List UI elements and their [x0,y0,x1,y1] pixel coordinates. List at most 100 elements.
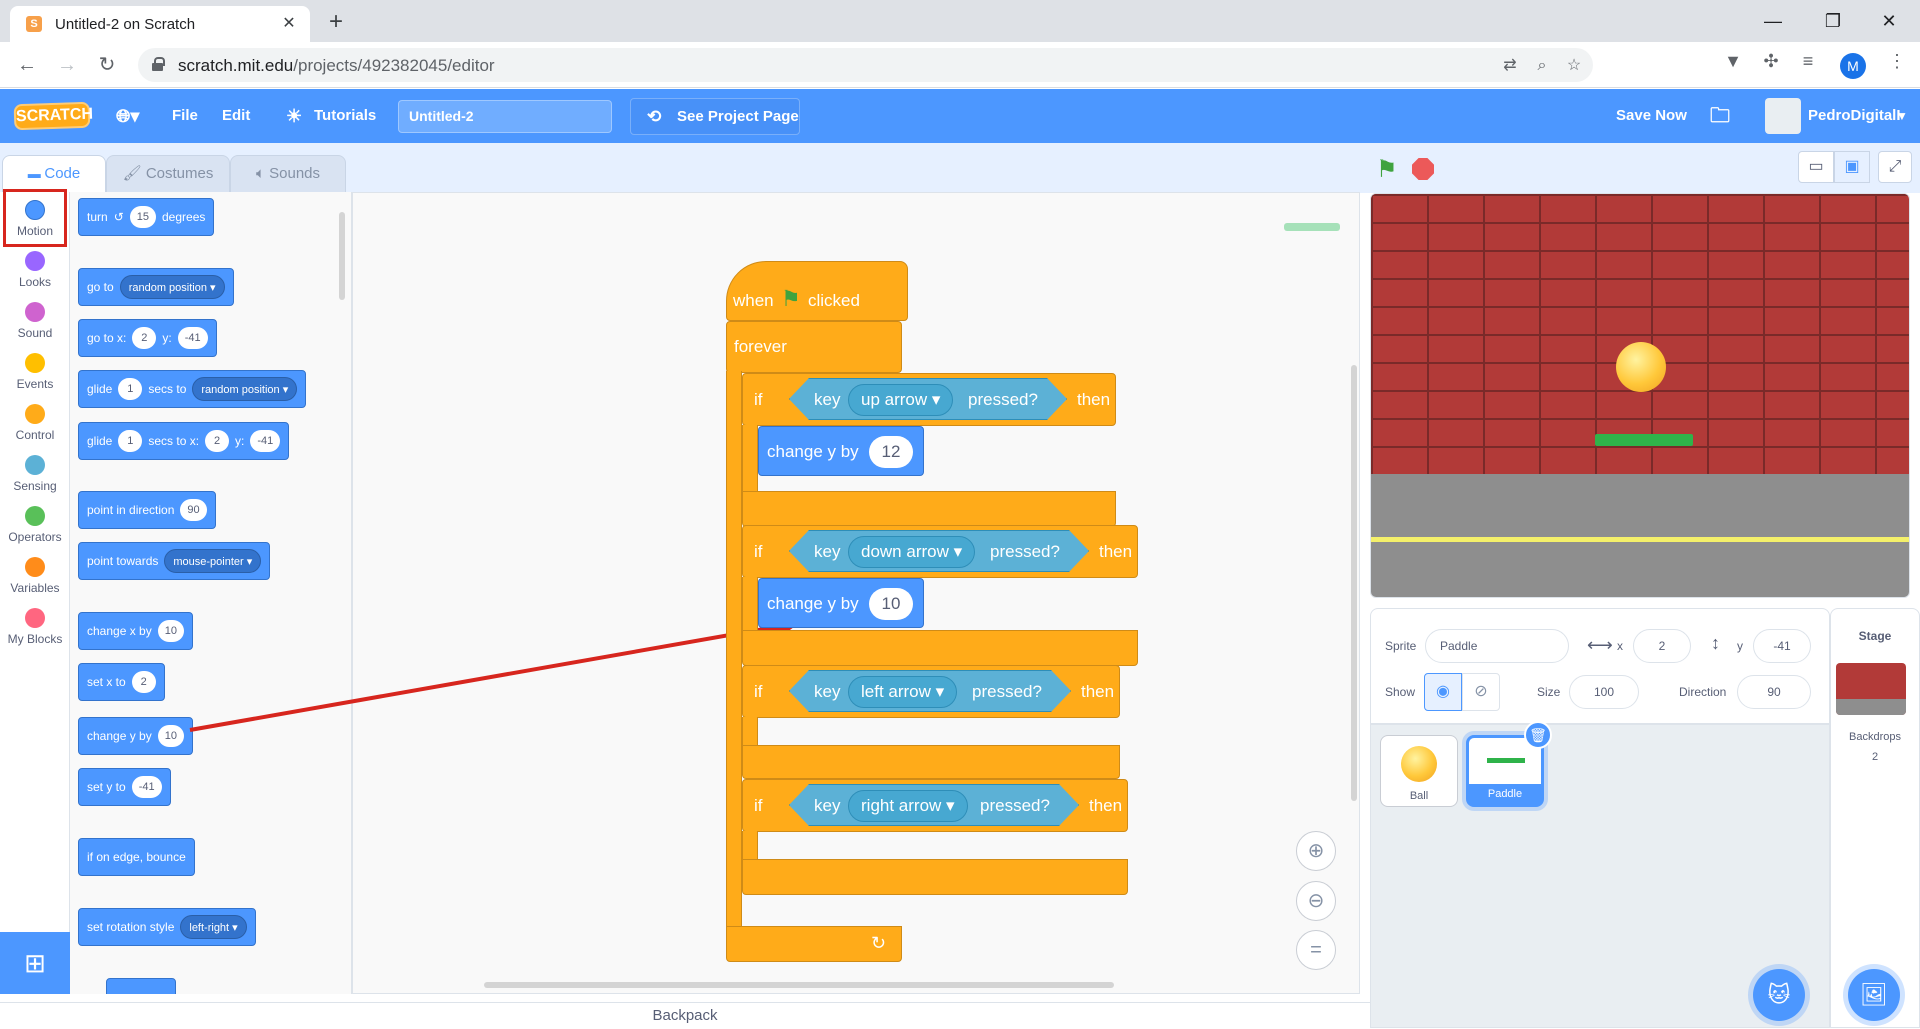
key-left-pressed-block[interactable]: key left arrow ▾ pressed? [789,670,1071,712]
blk-input[interactable]: 90 [180,499,207,521]
change-y-10-block[interactable]: change y by 10 [758,578,924,628]
tab-costumes[interactable]: 🖌︎ Costumes [106,155,230,193]
tab-sounds[interactable]: 🔈︎ Sounds [230,155,346,193]
browser-menu-icon[interactable]: ⋮ [1886,50,1908,72]
palette-point-direction-block[interactable]: point in direction 90 [78,491,216,529]
new-tab-button[interactable]: + [322,8,350,36]
user-avatar[interactable] [1765,98,1801,134]
green-flag-icon[interactable]: ⚑ [1376,155,1398,184]
category-sensing[interactable]: Sensing [0,447,70,499]
profile-avatar[interactable]: M [1840,53,1866,79]
forever-block-bottom[interactable]: ↻ [726,926,902,962]
minimize-icon[interactable]: — [1750,6,1796,36]
browser-tab[interactable]: S Untitled-2 on Scratch ✕ [10,6,310,42]
category-events[interactable]: Events [0,345,70,397]
blk-input[interactable]: -41 [177,327,208,349]
stage-selector-panel[interactable]: Stage Backdrops 2 🖼︎ [1830,608,1920,1028]
blk-input[interactable]: 2 [131,671,156,693]
zoom-icon[interactable]: ⌕ [1532,56,1552,76]
normal-stage-icon[interactable]: ▣ [1834,151,1870,183]
category-control[interactable]: Control [0,396,70,448]
user-caret-icon[interactable]: ▼ [1896,89,1908,143]
category-variables[interactable]: Variables [0,549,70,601]
reload-icon[interactable]: ↻ [92,50,122,80]
show-eye-icon[interactable]: ◉ [1424,673,1462,711]
palette-rotation-style-block[interactable]: set rotation style left-right ▾ [78,908,256,946]
blk-input[interactable]: 2 [205,430,230,452]
hide-eye-icon[interactable]: ⊘ [1462,673,1500,711]
blk-input[interactable]: 1 [118,430,143,452]
sprite-name-input[interactable]: Paddle [1425,629,1569,663]
blk-input[interactable]: 2 [132,327,157,349]
key-dropdown-right[interactable]: right arrow ▾ [848,790,968,822]
sprite-thumb-ball[interactable]: Ball [1380,735,1458,807]
url-input[interactable]: scratch.mit.edu/projects/492382045/edito… [138,48,1593,82]
palette-goto-block[interactable]: go to random position ▾ [78,268,234,306]
change-y-12-block[interactable]: change y by 12 [758,426,924,476]
zoom-in-icon[interactable]: ⊕ [1296,831,1336,871]
zoom-out-icon[interactable]: ⊖ [1296,881,1336,921]
username-menu[interactable]: PedroDigitalI [1808,89,1901,143]
blk-input[interactable]: -41 [131,776,162,798]
palette-goto-xy-block[interactable]: go to x: 2 y: -41 [78,319,217,357]
category-looks[interactable]: Looks [0,243,70,295]
key-dropdown-down[interactable]: down arrow ▾ [848,536,975,568]
blk-dropdown[interactable]: mouse-pointer ▾ [164,549,262,573]
palette-point-towards-block[interactable]: point towards mouse-pointer ▾ [78,542,271,580]
tab-code[interactable]: ▬ Code [2,155,106,193]
restore-icon[interactable]: ❐ [1810,6,1856,36]
script-area[interactable]: when ⚑ clicked when ⚑ clicked forever ↻ … [352,192,1360,994]
size-input[interactable]: 100 [1569,675,1639,709]
choose-sprite-icon[interactable]: 🐱︎ [1753,969,1805,1021]
change-y-input[interactable]: 10 [869,588,913,620]
media-queue-icon[interactable]: ≡ [1797,50,1819,72]
blk-input[interactable]: 1 [118,378,143,400]
blk-dropdown[interactable]: random position ▾ [119,275,225,299]
palette-set-y-block[interactable]: set y to -41 [78,768,171,806]
tab-close-icon[interactable]: ✕ [278,13,300,35]
y-input[interactable]: -41 [1753,629,1811,663]
forever-block-top[interactable]: forever [726,321,902,373]
back-icon[interactable]: ← [12,50,42,80]
scratch-logo[interactable]: SCRATCH [13,101,93,131]
project-title-input[interactable]: Untitled-2 [398,100,612,133]
file-menu[interactable]: File [172,89,198,143]
see-project-page-button[interactable]: ⟲ See Project Page [630,98,800,135]
delete-sprite-icon[interactable]: 🗑︎ [1524,721,1552,749]
blk-input[interactable]: 10 [157,725,184,747]
category-operators[interactable]: Operators [0,498,70,550]
add-extension-button[interactable]: ⊞ [0,932,70,994]
stage-canvas[interactable] [1370,193,1910,598]
palette-change-y-block[interactable]: change y by 10 [78,717,193,755]
translate-icon[interactable]: ⇄ [1500,56,1520,76]
palette-glide-xy-block[interactable]: glide 1 secs to x: 2 y: -41 [78,422,290,460]
script-horizontal-scrollbar[interactable] [484,982,1114,988]
blk-dropdown[interactable]: random position ▾ [192,377,298,401]
fullscreen-icon[interactable]: ⤢ [1878,151,1912,183]
bookmark-star-icon[interactable]: ☆ [1564,56,1584,76]
key-dropdown-left[interactable]: left arrow ▾ [848,676,957,708]
ball-sprite[interactable] [1616,342,1666,392]
window-close-icon[interactable]: ✕ [1866,6,1912,36]
backpack-bar[interactable]: Backpack [0,1002,1370,1028]
palette-bounce-block[interactable]: if on edge, bounce [78,838,195,876]
palette-scrollbar[interactable] [339,212,345,300]
direction-input[interactable]: 90 [1737,675,1811,709]
key-up-pressed-block[interactable]: key up arrow ▾ pressed? [789,378,1067,420]
script-vertical-scrollbar[interactable] [1351,365,1357,801]
palette-change-x-block[interactable]: change x by 10 [78,612,193,650]
change-y-input[interactable]: 12 [869,436,913,468]
my-stuff-folder-icon[interactable]: 🗀︎ [1710,89,1730,143]
blk-input[interactable]: 15 [129,206,156,228]
blk-dropdown[interactable]: left-right ▾ [180,915,247,939]
palette-set-x-block[interactable]: set x to 2 [78,663,165,701]
choose-backdrop-icon[interactable]: 🖼︎ [1848,969,1900,1021]
blk-input[interactable]: 10 [157,620,184,642]
palette-partial-block[interactable] [106,978,176,994]
category-my-blocks[interactable]: My Blocks [0,600,70,652]
stop-sign-icon[interactable] [1412,158,1434,180]
forward-icon[interactable]: → [52,50,82,80]
extension-filter-icon[interactable]: ▼ [1722,50,1744,72]
key-right-pressed-block[interactable]: key right arrow ▾ pressed? [789,784,1079,826]
palette-turn-block[interactable]: turn ↺ 15 degrees [78,198,215,236]
